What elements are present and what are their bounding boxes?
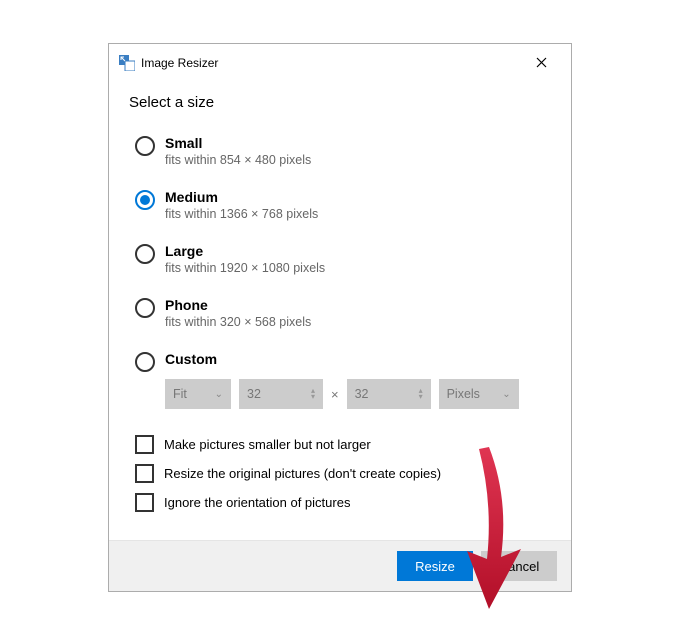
stepper-icon: ▴▾ — [311, 388, 315, 400]
image-resizer-dialog: Image Resizer Select a size Small fits w… — [108, 43, 572, 592]
close-icon — [536, 55, 547, 71]
fit-mode-select[interactable]: Fit ⌄ — [165, 379, 231, 409]
radio-icon — [135, 190, 155, 210]
checkbox-icon — [135, 435, 154, 454]
app-icon — [119, 55, 135, 71]
titlebar: Image Resizer — [109, 44, 571, 76]
radio-text: Medium fits within 1366 × 768 pixels — [165, 189, 318, 221]
radio-text: Small fits within 854 × 480 pixels — [165, 135, 311, 167]
cancel-button[interactable]: Cancel — [481, 551, 557, 581]
chevron-down-icon: ⌄ — [502, 389, 510, 400]
checkbox-label: Ignore the orientation of pictures — [164, 495, 350, 510]
button-bar: Resize Cancel — [109, 540, 571, 591]
page-title: Select a size — [129, 94, 551, 111]
radio-icon — [135, 298, 155, 318]
checkbox-label: Make pictures smaller but not larger — [164, 437, 371, 452]
radio-icon — [135, 244, 155, 264]
checkbox-smaller-only[interactable]: Make pictures smaller but not larger — [135, 435, 551, 454]
option-label: Small — [165, 135, 311, 151]
option-description: fits within 1920 × 1080 pixels — [165, 261, 325, 275]
height-input[interactable]: 32 ▴▾ — [347, 379, 431, 409]
option-description: fits within 1366 × 768 pixels — [165, 207, 318, 221]
radio-option-custom[interactable]: Custom — [135, 351, 551, 371]
options-checkboxes: Make pictures smaller but not larger Res… — [135, 435, 551, 512]
radio-text: Phone fits within 320 × 568 pixels — [165, 297, 311, 329]
radio-option-phone[interactable]: Phone fits within 320 × 568 pixels — [135, 297, 551, 329]
option-label: Medium — [165, 189, 318, 205]
checkbox-label: Resize the original pictures (don't crea… — [164, 466, 441, 481]
option-description: fits within 854 × 480 pixels — [165, 153, 311, 167]
unit-value: Pixels — [447, 387, 480, 401]
option-label: Large — [165, 243, 325, 259]
radio-option-large[interactable]: Large fits within 1920 × 1080 pixels — [135, 243, 551, 275]
size-options-group: Small fits within 854 × 480 pixels Mediu… — [135, 135, 551, 409]
option-description: fits within 320 × 568 pixels — [165, 315, 311, 329]
resize-button[interactable]: Resize — [397, 551, 473, 581]
radio-text: Large fits within 1920 × 1080 pixels — [165, 243, 325, 275]
custom-size-controls: Fit ⌄ 32 ▴▾ × 32 ▴▾ Pixels ⌄ — [165, 379, 551, 409]
radio-icon — [135, 352, 155, 372]
checkbox-resize-original[interactable]: Resize the original pictures (don't crea… — [135, 464, 551, 483]
checkbox-icon — [135, 493, 154, 512]
width-value: 32 — [247, 387, 261, 401]
option-label: Phone — [165, 297, 311, 313]
radio-icon — [135, 136, 155, 156]
option-label: Custom — [165, 351, 217, 367]
height-value: 32 — [355, 387, 369, 401]
close-button[interactable] — [521, 49, 561, 77]
checkbox-icon — [135, 464, 154, 483]
times-separator: × — [331, 387, 339, 402]
radio-option-medium[interactable]: Medium fits within 1366 × 768 pixels — [135, 189, 551, 221]
app-title: Image Resizer — [141, 56, 521, 70]
checkbox-ignore-orientation[interactable]: Ignore the orientation of pictures — [135, 493, 551, 512]
unit-select[interactable]: Pixels ⌄ — [439, 379, 519, 409]
width-input[interactable]: 32 ▴▾ — [239, 379, 323, 409]
radio-text: Custom — [165, 351, 217, 367]
fit-mode-value: Fit — [173, 387, 187, 401]
radio-option-small[interactable]: Small fits within 854 × 480 pixels — [135, 135, 551, 167]
chevron-down-icon: ⌄ — [215, 389, 223, 400]
stepper-icon: ▴▾ — [419, 388, 423, 400]
dialog-content: Select a size Small fits within 854 × 48… — [109, 76, 571, 540]
